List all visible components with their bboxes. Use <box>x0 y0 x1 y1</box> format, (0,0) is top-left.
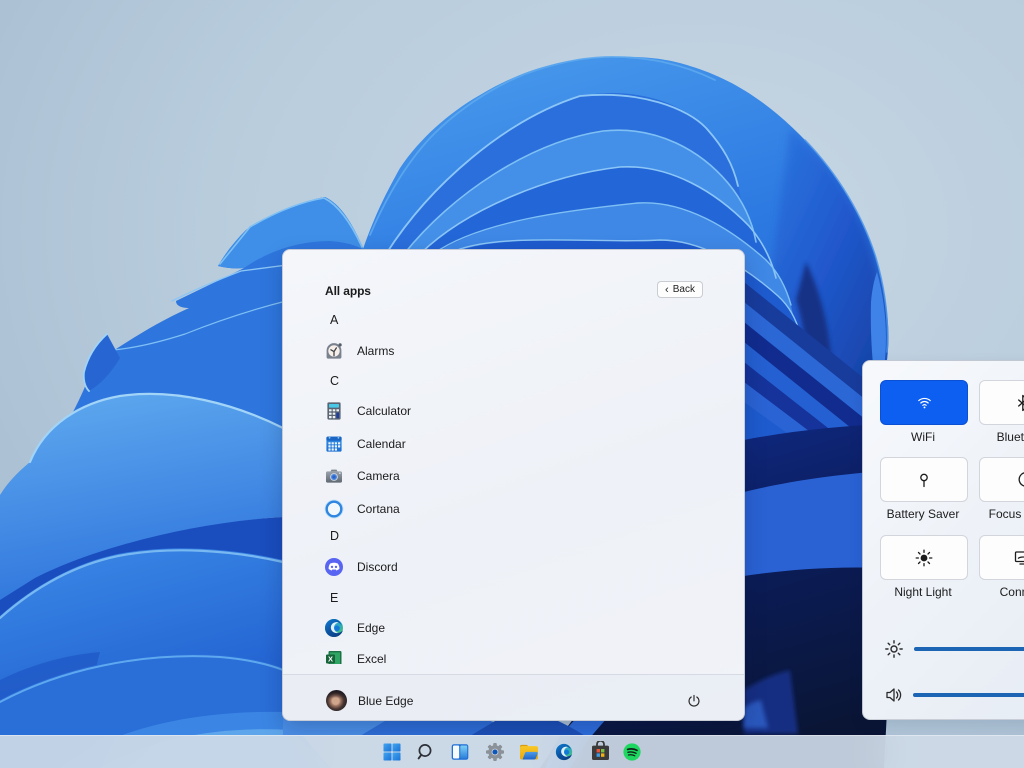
svg-text:X: X <box>328 655 333 664</box>
